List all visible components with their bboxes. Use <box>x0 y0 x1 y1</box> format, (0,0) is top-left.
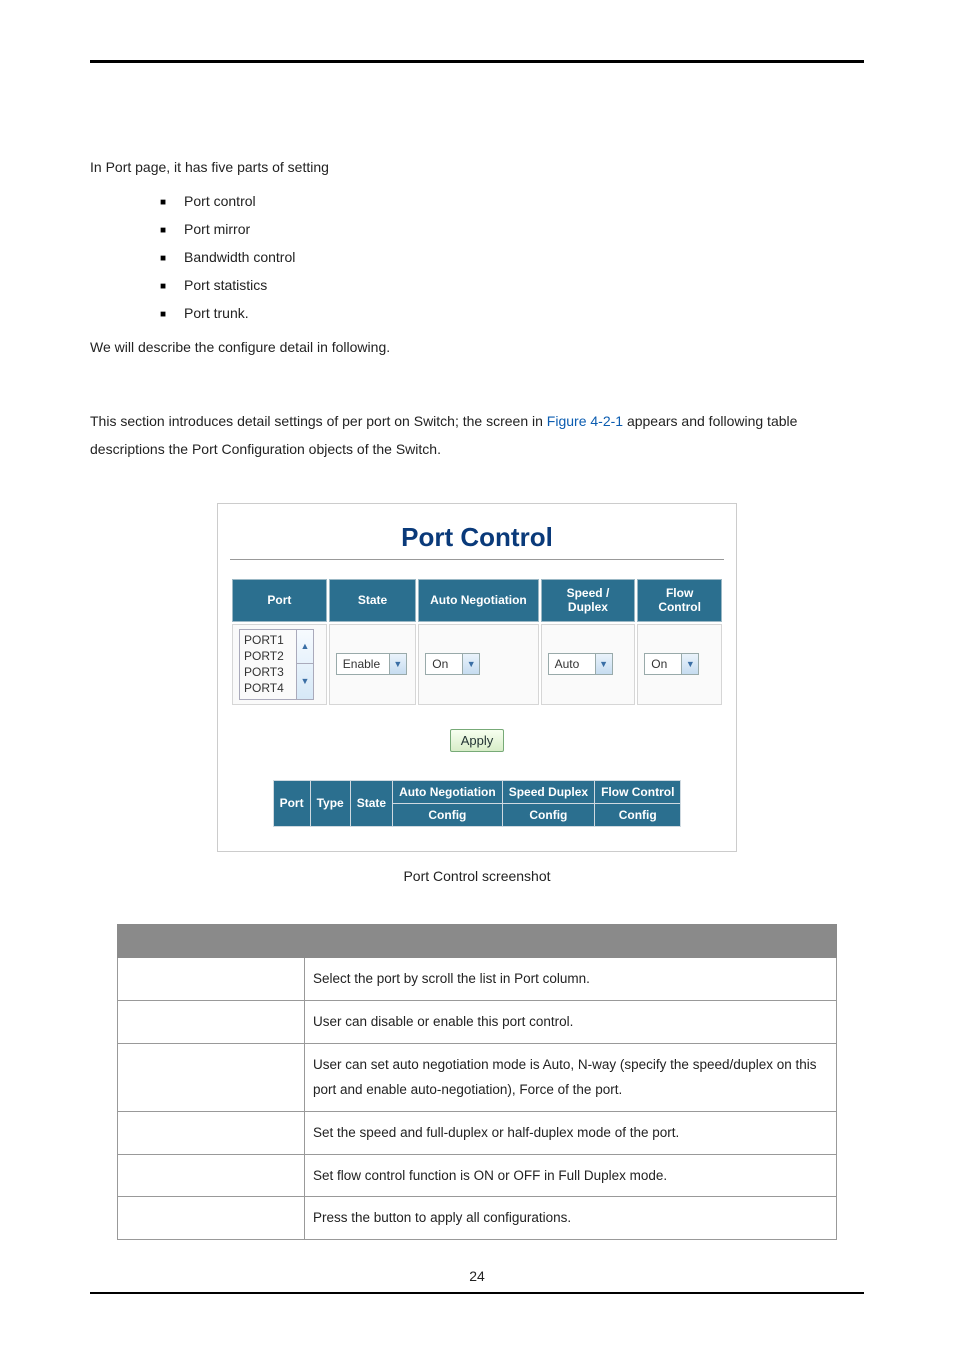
list-item: Bandwidth control <box>160 243 864 271</box>
description-table: Select the port by scroll the list in Po… <box>117 924 837 1239</box>
chevron-down-icon: ▼ <box>389 654 406 674</box>
auto-neg-cell: On ▼ <box>418 624 538 705</box>
table-header-row <box>118 925 837 958</box>
col-header-auto-neg: Auto Negotiation <box>418 579 538 622</box>
intro-lead: In Port page, it has five parts of setti… <box>90 153 864 181</box>
list-item: Port control <box>160 187 864 215</box>
col-header-state: State <box>350 780 392 827</box>
desc-text: User can set auto negotiation mode is Au… <box>305 1043 837 1111</box>
document-page: In Port page, it has five parts of setti… <box>0 0 954 1334</box>
col-subheader-config: Config <box>393 803 503 826</box>
port-list-scrollbar[interactable]: ▲ ▼ <box>296 630 313 699</box>
screenshot-container: Port Control Port State Auto Negotiation… <box>90 503 864 852</box>
chevron-up-icon[interactable]: ▲ <box>297 630 313 664</box>
col-header-port: Port <box>273 780 310 827</box>
desc-text: Select the port by scroll the list in Po… <box>305 958 837 1001</box>
desc-label <box>118 1000 305 1043</box>
flow-cell: On ▼ <box>637 624 722 705</box>
table-row: User can disable or enable this port con… <box>118 1000 837 1043</box>
port-status-table: Port Type State Auto Negotiation Speed D… <box>273 780 682 828</box>
port-option[interactable]: PORT1 <box>244 632 292 648</box>
flow-value: On <box>645 654 681 674</box>
screenshot-title: Port Control <box>230 522 724 553</box>
speed-cell: Auto ▼ <box>541 624 636 705</box>
flow-select[interactable]: On ▼ <box>644 653 699 675</box>
section-pre: This section introduces detail settings … <box>90 413 547 429</box>
chevron-down-icon: ▼ <box>462 654 479 674</box>
table-row: Press the button to apply all configurat… <box>118 1197 837 1240</box>
desc-label <box>118 1111 305 1154</box>
desc-header-text <box>305 925 837 958</box>
section-intro: This section introduces detail settings … <box>90 407 864 463</box>
desc-label <box>118 1043 305 1111</box>
intro-bullet-list: Port control Port mirror Bandwidth contr… <box>160 187 864 327</box>
port-option[interactable]: PORT2 <box>244 648 292 664</box>
speed-select[interactable]: Auto ▼ <box>548 653 613 675</box>
port-control-screenshot: Port Control Port State Auto Negotiation… <box>217 503 737 852</box>
list-item: Port trunk. <box>160 299 864 327</box>
table-row: User can set auto negotiation mode is Au… <box>118 1043 837 1111</box>
desc-text: User can disable or enable this port con… <box>305 1000 837 1043</box>
desc-label <box>118 958 305 1001</box>
divider <box>230 559 724 561</box>
apply-row: Apply <box>230 729 724 752</box>
speed-value: Auto <box>549 654 595 674</box>
chevron-down-icon: ▼ <box>681 654 698 674</box>
apply-button[interactable]: Apply <box>450 729 505 752</box>
page-number: 24 <box>90 1268 864 1284</box>
col-header-flow-control: Flow Control <box>637 579 722 622</box>
state-select[interactable]: Enable ▼ <box>336 653 407 675</box>
col-header-port: Port <box>232 579 327 622</box>
figure-link[interactable]: Figure 4-2-1 <box>547 413 623 429</box>
col-subheader-config: Config <box>595 803 681 826</box>
port-list-cell: PORT1 PORT2 PORT3 PORT4 ▲ ▼ <box>232 624 327 705</box>
port-list-options: PORT1 PORT2 PORT3 PORT4 <box>240 630 296 699</box>
col-header-speed-duplex: Speed / Duplex <box>541 579 636 622</box>
col-header-type: Type <box>310 780 350 827</box>
port-option[interactable]: PORT3 <box>244 664 292 680</box>
desc-header-label <box>118 925 305 958</box>
col-header-speed-duplex: Speed Duplex <box>502 780 594 803</box>
desc-text: Set flow control function is ON or OFF i… <box>305 1154 837 1197</box>
auto-neg-select[interactable]: On ▼ <box>425 653 480 675</box>
chevron-down-icon[interactable]: ▼ <box>297 664 313 698</box>
desc-text: Press the button to apply all configurat… <box>305 1197 837 1240</box>
auto-neg-value: On <box>426 654 462 674</box>
port-option[interactable]: PORT4 <box>244 680 292 696</box>
desc-text: Set the speed and full-duplex or half-du… <box>305 1111 837 1154</box>
table-row: Set the speed and full-duplex or half-du… <box>118 1111 837 1154</box>
col-header-flow-control: Flow Control <box>595 780 681 803</box>
table-row: Select the port by scroll the list in Po… <box>118 958 837 1001</box>
state-cell: Enable ▼ <box>329 624 416 705</box>
port-list-select[interactable]: PORT1 PORT2 PORT3 PORT4 ▲ ▼ <box>239 629 314 700</box>
col-subheader-config: Config <box>502 803 594 826</box>
bottom-rule <box>90 1292 864 1294</box>
chevron-down-icon: ▼ <box>595 654 612 674</box>
top-rule <box>90 60 864 63</box>
table-row: Set flow control function is ON or OFF i… <box>118 1154 837 1197</box>
figure-caption: Port Control screenshot <box>90 868 864 884</box>
desc-label <box>118 1154 305 1197</box>
state-value: Enable <box>337 654 389 674</box>
list-item: Port statistics <box>160 271 864 299</box>
col-header-state: State <box>329 579 416 622</box>
desc-label <box>118 1197 305 1240</box>
intro-follow: We will describe the configure detail in… <box>90 333 864 361</box>
list-item: Port mirror <box>160 215 864 243</box>
port-control-config-table: Port State Auto Negotiation Speed / Dupl… <box>230 577 724 707</box>
col-header-auto-neg: Auto Negotiation <box>393 780 503 803</box>
